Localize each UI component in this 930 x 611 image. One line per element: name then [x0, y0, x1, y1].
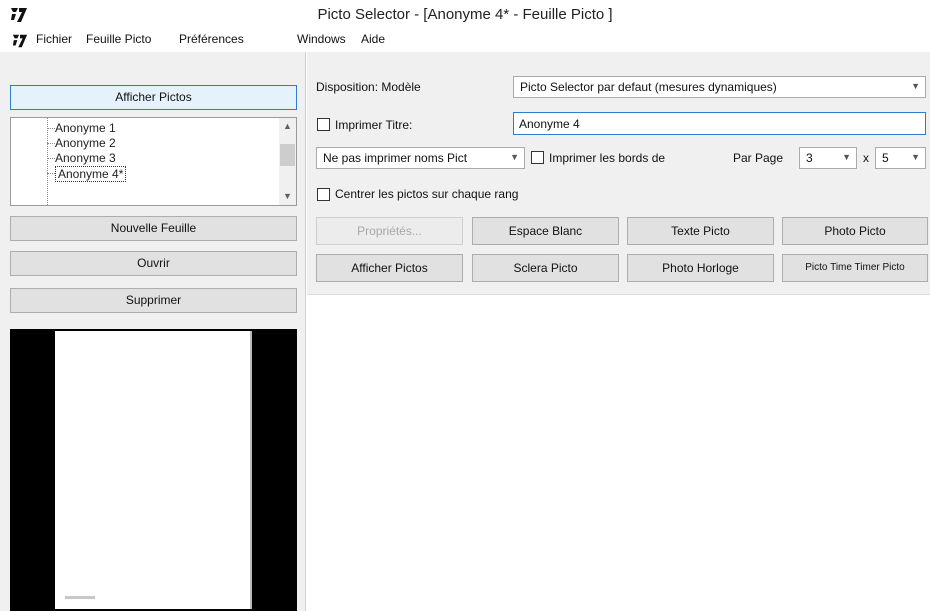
- title-input[interactable]: [513, 112, 926, 135]
- print-title-label: Imprimer Titre:: [335, 118, 413, 132]
- chevron-down-icon: ▼: [842, 152, 851, 162]
- open-button[interactable]: Ouvrir: [10, 251, 297, 276]
- preview-footer-line: [65, 596, 95, 599]
- preview-page: [55, 331, 252, 609]
- center-pictos-label: Centrer les pictos sur chaque rang: [335, 187, 519, 201]
- title-bar: Picto Selector - [Anonyme 4* - Feuille P…: [0, 0, 930, 30]
- chevron-down-icon: ▼: [911, 152, 920, 162]
- photo-picto-button[interactable]: Photo Picto: [782, 217, 928, 245]
- photo-clock-button[interactable]: Photo Horloge: [627, 254, 774, 282]
- chevron-down-icon: ▼: [510, 152, 519, 162]
- chevron-down-icon: ▼: [911, 81, 920, 91]
- tree-line: [47, 118, 48, 205]
- menu-bar: Fichier Feuille Picto Préférences Window…: [0, 30, 930, 50]
- text-picto-button[interactable]: Texte Picto: [627, 217, 774, 245]
- time-timer-button[interactable]: Picto Time Timer Picto: [782, 254, 928, 282]
- white-space-button[interactable]: Espace Blanc: [472, 217, 619, 245]
- right-panel: Disposition: Modèle Picto Selector par d…: [307, 52, 930, 611]
- per-page-rows-select[interactable]: 5 ▼: [875, 147, 926, 169]
- per-page-label: Par Page: [733, 151, 784, 165]
- show-pictos-button-2[interactable]: Afficher Pictos: [316, 254, 463, 282]
- scroll-up-icon[interactable]: ▲: [279, 118, 296, 135]
- print-title-checkbox[interactable]: [317, 118, 330, 131]
- sclera-picto-button[interactable]: Sclera Picto: [472, 254, 619, 282]
- show-pictos-button[interactable]: Afficher Pictos: [10, 85, 297, 110]
- per-page-x: x: [863, 151, 869, 165]
- print-borders-checkbox[interactable]: [531, 151, 544, 164]
- scroll-down-icon[interactable]: ▼: [279, 188, 296, 205]
- sheet-preview: [10, 329, 297, 611]
- properties-button[interactable]: Propriétés...: [316, 217, 463, 245]
- sheet-list-scrollbar[interactable]: ▲ ▼: [279, 118, 296, 205]
- app-menu-icon[interactable]: [12, 33, 28, 49]
- picto-content-area[interactable]: [307, 294, 930, 611]
- sheet-item[interactable]: Anonyme 2: [55, 136, 116, 150]
- layout-select[interactable]: Picto Selector par defaut (mesures dynam…: [513, 76, 926, 98]
- sheet-item[interactable]: Anonyme 1: [55, 121, 116, 135]
- menu-aide[interactable]: Aide: [361, 32, 385, 46]
- print-borders-label: Imprimer les bords de: [549, 151, 666, 165]
- sheet-item[interactable]: Anonyme 3: [55, 151, 116, 165]
- per-page-cols-select[interactable]: 3 ▼: [799, 147, 857, 169]
- options-area: Disposition: Modèle Picto Selector par d…: [307, 52, 930, 294]
- new-sheet-button[interactable]: Nouvelle Feuille: [10, 216, 297, 241]
- delete-button[interactable]: Supprimer: [10, 288, 297, 313]
- scroll-thumb[interactable]: [280, 144, 295, 166]
- menu-feuille-picto[interactable]: Feuille Picto: [86, 32, 151, 46]
- center-pictos-checkbox[interactable]: [317, 188, 330, 201]
- names-select[interactable]: Ne pas imprimer noms Pict ▼: [316, 147, 525, 169]
- window-title: Picto Selector - [Anonyme 4* - Feuille P…: [317, 6, 613, 23]
- sheet-list[interactable]: Anonyme 1 Anonyme 2 Anonyme 3 Anonyme 4*…: [10, 117, 297, 206]
- left-panel: Afficher Pictos Anonyme 1 Anonyme 2 Anon…: [0, 52, 306, 611]
- layout-label: Disposition: Modèle: [316, 80, 421, 94]
- menu-preferences[interactable]: Préférences: [179, 32, 244, 46]
- sheet-item-selected[interactable]: Anonyme 4*: [55, 166, 127, 182]
- menu-fichier[interactable]: Fichier: [36, 32, 72, 46]
- menu-windows[interactable]: Windows: [297, 32, 346, 46]
